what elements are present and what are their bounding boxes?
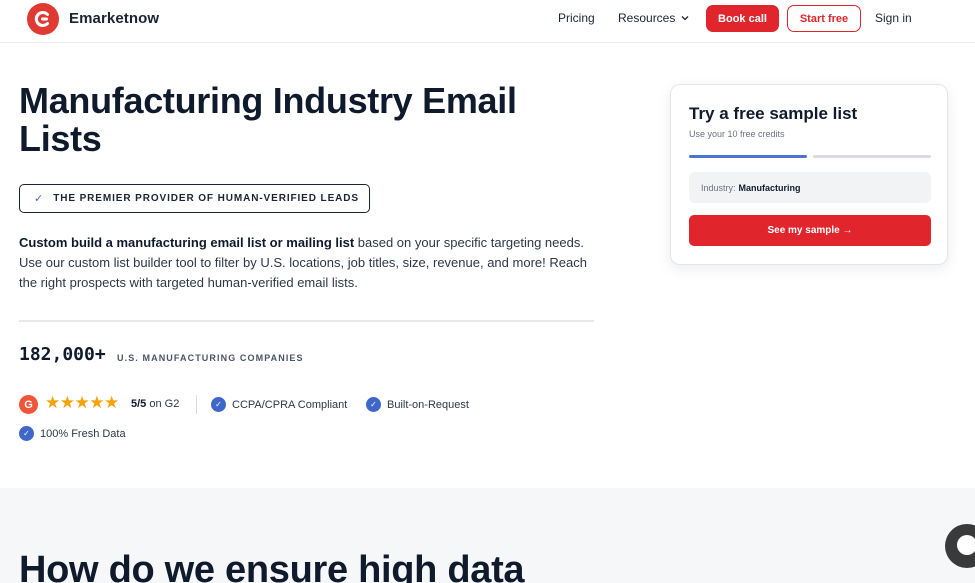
logo-icon[interactable] xyxy=(27,3,59,35)
card-subtitle: Use your 10 free credits xyxy=(689,129,785,139)
site-header: Emarketnow Pricing Resources Book call S… xyxy=(0,0,975,43)
compliance-label: CCPA/CPRA Compliant xyxy=(232,398,348,411)
hero-description: Custom build a manufacturing email list … xyxy=(19,233,604,293)
industry-value: Manufacturing xyxy=(738,182,801,193)
progress-step-active xyxy=(689,155,807,158)
see-sample-button[interactable]: See my sample → xyxy=(689,215,931,246)
star-rating: ★★★★★ xyxy=(45,393,119,412)
chevron-down-icon xyxy=(681,16,689,21)
rating-value: 5/5 xyxy=(131,398,147,410)
check-icon: ✓ xyxy=(366,397,381,412)
start-free-button[interactable]: Start free xyxy=(787,5,861,32)
book-call-button[interactable]: Book call xyxy=(706,5,779,32)
rating-text: 5/5 on G2 xyxy=(131,398,179,410)
card-title: Try a free sample list xyxy=(689,104,858,123)
compliance-item: ✓ CCPA/CPRA Compliant xyxy=(211,397,347,412)
brand-name[interactable]: Emarketnow xyxy=(69,10,159,27)
check-icon: ✓ xyxy=(34,193,44,205)
industry-field[interactable]: Industry: Manufacturing xyxy=(689,172,931,203)
sample-list-card: Try a free sample list Use your 10 free … xyxy=(670,84,948,265)
fresh-data-item: ✓ 100% Fresh Data xyxy=(19,426,126,441)
stat-label: U.S. MANUFACTURING COMPANIES xyxy=(117,353,304,363)
nav-resources-label: Resources xyxy=(618,11,676,25)
description-bold: Custom build a manufacturing email list … xyxy=(19,235,355,250)
quality-section: How do we ensure high data xyxy=(0,488,975,583)
check-icon: ✓ xyxy=(19,426,34,441)
built-on-request-label: Built-on-Request xyxy=(387,398,469,411)
industry-label: Industry: xyxy=(701,182,736,193)
sign-in-link[interactable]: Sign in xyxy=(875,11,912,25)
rating-suffix: on G2 xyxy=(146,398,180,410)
verified-leads-badge: ✓ THE PREMIER PROVIDER OF HUMAN-VERIFIED… xyxy=(19,184,370,213)
g2-icon: G xyxy=(19,395,38,414)
check-icon: ✓ xyxy=(211,397,226,412)
vertical-divider xyxy=(196,395,197,414)
nav-resources-menu[interactable]: Resources xyxy=(618,11,689,25)
progress-step-inactive xyxy=(813,155,931,158)
chat-bubble-inner xyxy=(957,535,975,555)
built-on-request-item: ✓ Built-on-Request xyxy=(366,397,469,412)
badge-label: THE PREMIER PROVIDER OF HUMAN-VERIFIED L… xyxy=(53,193,359,204)
stat-number: 182,000+ xyxy=(19,344,106,365)
divider xyxy=(19,320,594,322)
fresh-data-label: 100% Fresh Data xyxy=(40,427,126,440)
page-title: Manufacturing Industry Email Lists xyxy=(19,80,517,159)
section-title: How do we ensure high data xyxy=(19,549,525,583)
nav-pricing-link[interactable]: Pricing xyxy=(558,11,595,25)
